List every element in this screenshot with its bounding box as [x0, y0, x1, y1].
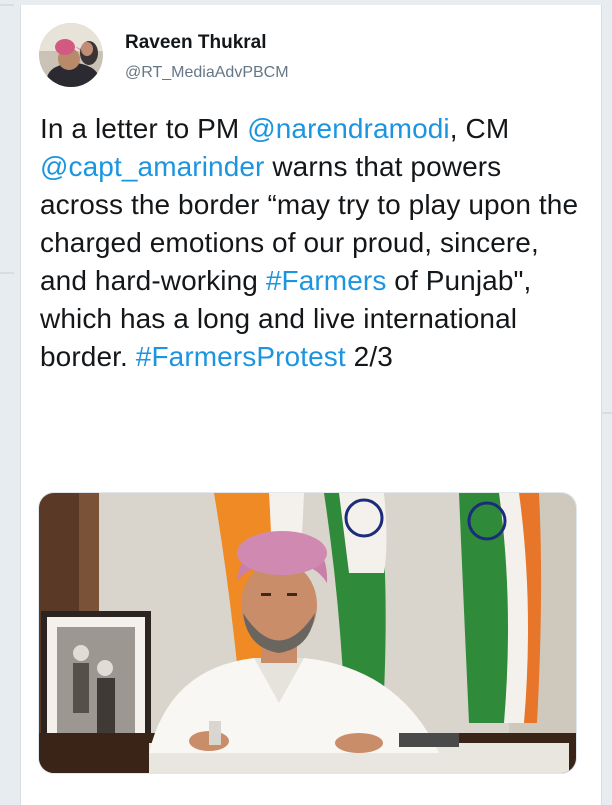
- author-name[interactable]: Raveen Thukral: [125, 32, 267, 54]
- divider: [0, 4, 14, 6]
- mention-link[interactable]: @capt_amarinder: [40, 151, 264, 182]
- hashtag-link[interactable]: #Farmers: [266, 265, 387, 296]
- tweet-text-segment: 2/3: [345, 341, 393, 372]
- tweet-photo[interactable]: [38, 492, 577, 774]
- divider: [0, 272, 14, 274]
- tweet-text-segment: , CM: [449, 113, 510, 144]
- author-handle[interactable]: @RT_MediaAdvPBCM: [125, 64, 289, 82]
- tweet-text-segment: In a letter to PM: [40, 113, 248, 144]
- tweet-text: In a letter to PM @narendramodi, CM @cap…: [40, 110, 585, 376]
- hashtag-link[interactable]: #FarmersProtest: [136, 341, 346, 372]
- mention-link[interactable]: @narendramodi: [247, 113, 450, 144]
- avatar[interactable]: [39, 23, 103, 87]
- divider: [602, 412, 612, 414]
